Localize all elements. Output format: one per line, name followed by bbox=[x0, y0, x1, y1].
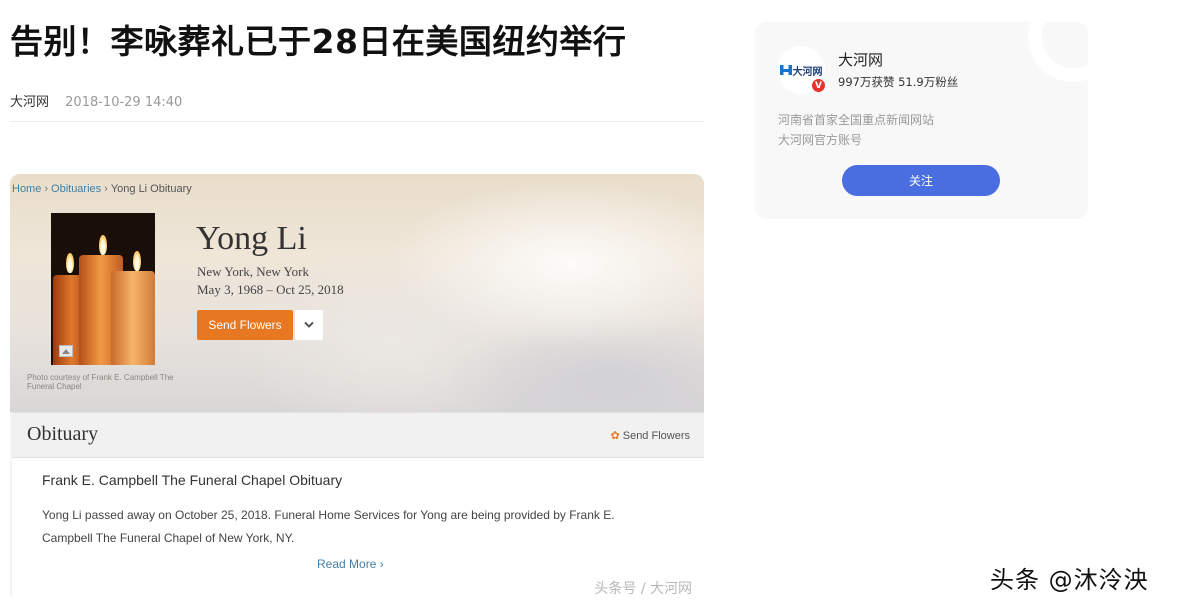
obituary-heading: Obituary bbox=[27, 423, 99, 445]
send-flowers-button: Send Flowers bbox=[197, 310, 293, 340]
header-divider bbox=[10, 121, 704, 122]
funeral-home-title: Frank E. Campbell The Funeral Chapel Obi… bbox=[42, 472, 343, 488]
send-flowers-dropdown bbox=[295, 310, 323, 340]
obituary-send-flowers-link: ✿ Send Flowers bbox=[610, 429, 690, 443]
obituary-section-header: Obituary ✿ Send Flowers bbox=[12, 412, 704, 458]
breadcrumb-current: Yong Li Obituary bbox=[110, 183, 192, 195]
card-decoration bbox=[1028, 22, 1088, 82]
article-meta: 大河网 2018-10-29 14:40 bbox=[10, 91, 182, 110]
breadcrumb: Home › Obituaries › Yong Li Obituary bbox=[12, 183, 192, 195]
chevron-down-icon bbox=[304, 321, 314, 328]
obituary-body: Frank E. Campbell The Funeral Chapel Obi… bbox=[12, 458, 704, 602]
author-desc-line: 河南省首家全国重点新闻网站 bbox=[778, 113, 935, 127]
deceased-name: Yong Li bbox=[196, 220, 307, 257]
breadcrumb-home: Home bbox=[12, 183, 42, 195]
author-desc-line: 大河网官方账号 bbox=[778, 133, 863, 147]
verified-badge-icon: V bbox=[811, 78, 826, 93]
follow-button[interactable]: 关注 bbox=[842, 165, 1000, 196]
image-icon bbox=[59, 345, 73, 357]
obituary-hero: Home › Obituaries › Yong Li Obituary Photo c… bbox=[10, 174, 704, 412]
avatar-text: 大河网 bbox=[792, 66, 823, 78]
flower-icon: ✿ bbox=[610, 430, 620, 442]
photo-credit: Photo courtesy of Frank E. Campbell The … bbox=[27, 373, 174, 391]
article-title: 告别！李咏葬礼已于28日在美国纽约举行 bbox=[10, 22, 627, 61]
embedded-obituary-image: Home › Obituaries › Yong Li Obituary Photo c… bbox=[10, 174, 704, 602]
author-name[interactable]: 大河网 bbox=[838, 49, 883, 70]
deceased-location: New York, New York bbox=[197, 264, 309, 279]
obituary-send-flowers-label: Send Flowers bbox=[622, 429, 690, 442]
article-datetime: 2018-10-29 14:40 bbox=[65, 95, 183, 110]
author-stats: 997万获赞 51.9万粉丝 bbox=[838, 75, 959, 89]
breadcrumb-obituaries: Obituaries bbox=[51, 183, 102, 195]
breadcrumb-separator: › bbox=[104, 183, 108, 195]
page-watermark: 头条 @沐泠泱 bbox=[990, 566, 1149, 594]
dahe-logo-icon: 大河网 bbox=[779, 63, 823, 78]
breadcrumb-separator: › bbox=[44, 183, 49, 195]
author-card: 大河网 V 大河网 997万获赞 51.9万粉丝 河南省首家全国重点新闻网站 大… bbox=[755, 22, 1088, 219]
obituary-text: Yong Li passed away on October 25, 2018.… bbox=[42, 508, 615, 545]
read-more-link: Read More › bbox=[317, 557, 384, 571]
candle-photo bbox=[51, 213, 155, 365]
image-watermark: 头条号 / 大河网 bbox=[594, 581, 692, 597]
deceased-dates: May 3, 1968 – Oct 25, 2018 bbox=[197, 282, 344, 297]
article-source[interactable]: 大河网 bbox=[10, 95, 49, 110]
author-description: 河南省首家全国重点新闻网站 大河网官方账号 bbox=[778, 110, 934, 150]
